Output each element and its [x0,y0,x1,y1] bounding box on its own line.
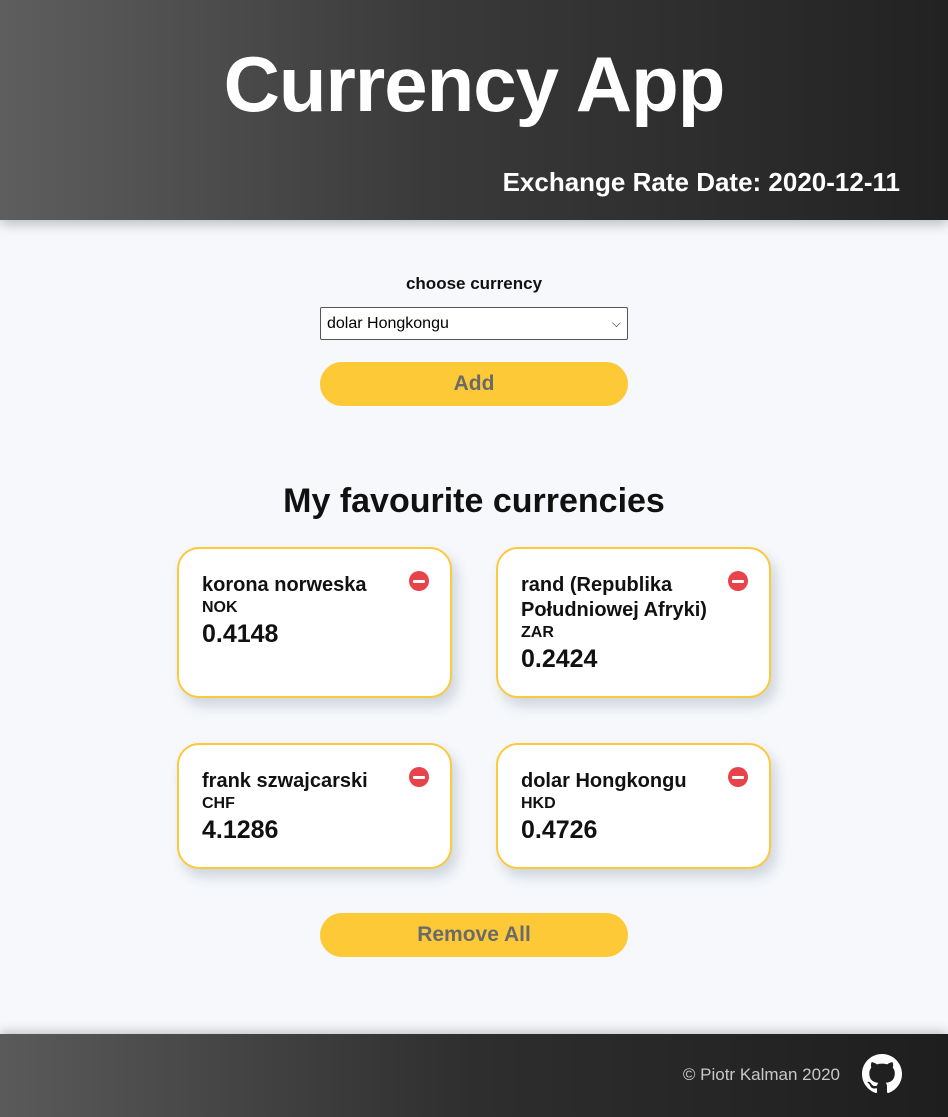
currency-select-value: dolar Hongkongu [327,314,449,332]
choose-currency-label: choose currency [405,274,543,293]
github-icon[interactable] [862,1054,902,1094]
app-title: Currency App [223,40,726,128]
app-header: Currency App Exchange Rate Date: 2020-12… [0,0,948,220]
card-currency-name: dolar Hongkongu [521,770,687,792]
card-currency-name: korona norweska [202,574,367,596]
chevron-down-icon: ⌵ [611,316,621,330]
card-currency-rate: 0.4726 [521,816,598,844]
card-currency-code: HKD [521,795,556,812]
card-currency-name: rand (Republika Południowej Afryki) [521,574,707,621]
card-currency-rate: 4.1286 [202,816,279,844]
copyright-text: © Piotr Kalman 2020 [682,1065,840,1084]
currency-card: rand (Republika Południowej Afryki) ZAR … [496,547,771,698]
card-currency-name: frank szwajcarski [202,770,368,792]
remove-icon[interactable] [409,571,429,591]
remove-icon[interactable] [409,767,429,787]
currency-card: frank szwajcarski CHF 4.1286 [177,743,452,869]
card-currency-code: ZAR [521,624,554,641]
currency-select[interactable]: dolar Hongkongu ⌵ [320,307,628,340]
card-currency-rate: 0.2424 [521,645,598,673]
favourites-title: My favourite currencies [283,482,665,520]
exchange-rate-date: Exchange Rate Date: 2020-12-11 [502,167,900,197]
currency-card: korona norweska NOK 0.4148 [177,547,452,698]
card-currency-rate: 0.4148 [202,620,279,648]
remove-icon[interactable] [728,571,748,591]
add-button[interactable]: Add [320,362,628,406]
remove-icon[interactable] [728,767,748,787]
remove-all-button[interactable]: Remove All [320,913,628,957]
card-currency-code: CHF [202,795,235,812]
app-footer: © Piotr Kalman 2020 [0,1034,948,1117]
card-currency-code: NOK [202,599,238,616]
currency-card: dolar Hongkongu HKD 0.4726 [496,743,771,869]
